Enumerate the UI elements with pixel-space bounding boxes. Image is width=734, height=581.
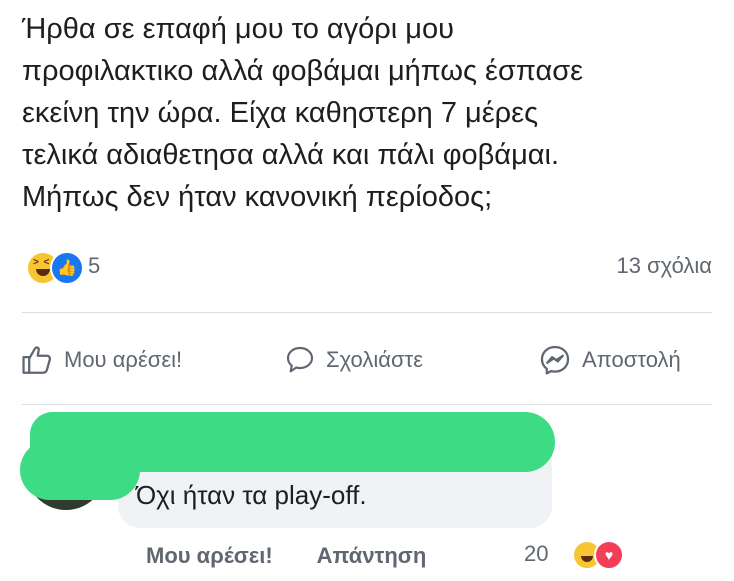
love-icon: ♥ [594, 540, 624, 570]
post-actions: Μου αρέσει! Σχολιάστε Αποστολή [20, 338, 714, 382]
send-button[interactable]: Αποστολή [538, 338, 681, 382]
like-button-label: Μου αρέσει! [64, 347, 183, 372]
redaction-mark [30, 412, 555, 472]
comment-like-link[interactable]: Μου αρέσει! [146, 543, 273, 569]
comment-reply-link[interactable]: Απάντηση [317, 543, 427, 569]
comment-text: Όχι ήταν τα play-off. [136, 480, 367, 510]
comment-button[interactable]: Σχολιάστε [284, 338, 423, 382]
comments-count-link[interactable]: 13 σχόλια [616, 253, 712, 279]
divider [22, 312, 712, 313]
comment-button-label: Σχολιάστε [326, 347, 424, 372]
divider [22, 404, 712, 405]
like-icon: 👍 [50, 251, 84, 285]
post-reactions-row: 👍 5 13 σχόλια [22, 247, 712, 287]
messenger-icon [540, 345, 570, 375]
send-button-label: Αποστολή [582, 347, 681, 372]
comment-actions: Μου αρέσει! Απάντηση [146, 540, 426, 572]
like-button[interactable]: Μου αρέσει! [20, 338, 182, 382]
comment-reaction-count[interactable]: 20 [524, 541, 548, 567]
comment-icon [286, 346, 314, 373]
post-text: Ήρθα σε επαφή μου το αγόρι μου προφιλακτ… [22, 13, 584, 213]
post-reaction-count[interactable]: 5 [88, 253, 100, 279]
thumbs-up-icon [22, 346, 52, 374]
